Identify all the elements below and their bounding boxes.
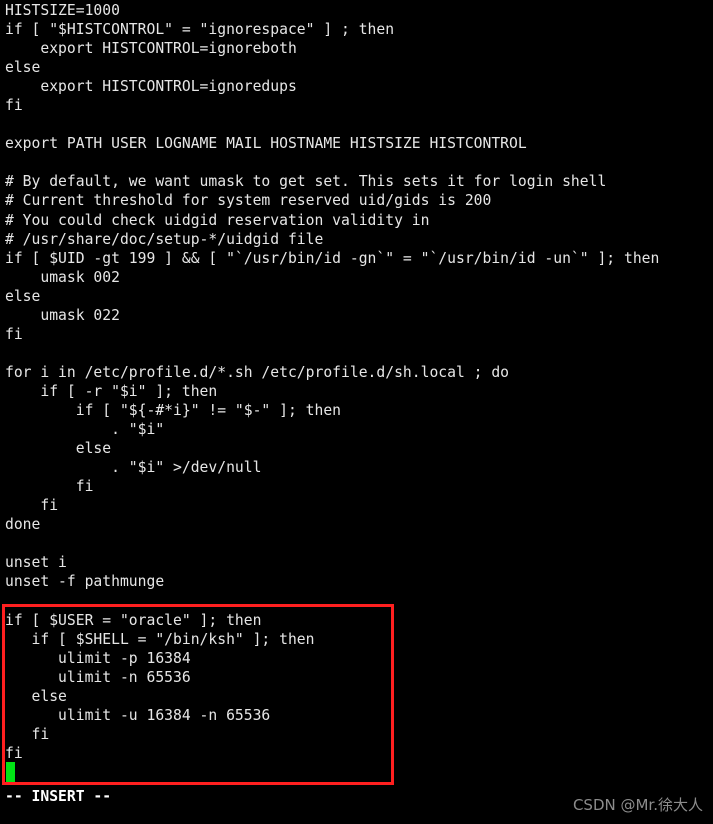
code-line: fi (5, 744, 23, 762)
code-line: if [ $USER = "oracle" ]; then (5, 611, 262, 629)
vim-status-line: -- INSERT -- (5, 788, 112, 805)
code-line: export HISTCONTROL=ignoredups (5, 78, 297, 96)
code-line: fi (5, 497, 59, 515)
editor-text-area[interactable]: HISTSIZE=1000 if [ "$HISTCONTROL" = "igno… (0, 0, 713, 782)
code-line: else (5, 287, 41, 305)
code-line: for i in /etc/profile.d/*.sh /etc/profil… (5, 363, 510, 381)
csdn-watermark: CSDN @Mr.徐大人 (572, 796, 703, 814)
code-line: . "$i" (5, 421, 165, 439)
code-line: unset i (5, 554, 67, 572)
code-line: ulimit -n 65536 (5, 668, 191, 686)
code-line: umask 022 (5, 306, 120, 324)
code-line: # Current threshold for system reserved … (5, 192, 492, 210)
code-line: fi (5, 325, 23, 343)
code-line: done (5, 516, 41, 534)
code-line: if [ $UID -gt 199 ] && [ "`/usr/bin/id -… (5, 249, 660, 267)
code-line: if [ "$HISTCONTROL" = "ignorespace" ] ; … (5, 21, 395, 39)
code-line: . "$i" >/dev/null (5, 459, 262, 477)
terminal-screen[interactable]: HISTSIZE=1000 if [ "$HISTCONTROL" = "igno… (0, 0, 713, 824)
code-line: if [ $SHELL = "/bin/ksh" ]; then (5, 630, 315, 648)
code-line: export HISTCONTROL=ignoreboth (5, 40, 297, 58)
code-line: # /usr/share/doc/setup-*/uidgid file (5, 230, 324, 248)
code-line: ulimit -p 16384 (5, 649, 191, 667)
code-line: if [ "${-#*i}" != "$-" ]; then (5, 401, 342, 419)
code-line: unset -f pathmunge (5, 573, 165, 591)
code-line: else (5, 59, 41, 77)
code-line: else (5, 687, 67, 705)
code-line: # You could check uidgid reservation val… (5, 211, 430, 229)
code-line: umask 002 (5, 268, 120, 286)
text-cursor (6, 762, 15, 782)
code-line: # By default, we want umask to get set. … (5, 173, 607, 191)
code-line: fi (5, 97, 23, 115)
code-line: else (5, 440, 112, 458)
code-line: HISTSIZE=1000 (5, 2, 120, 19)
code-line: export PATH USER LOGNAME MAIL HOSTNAME H… (5, 135, 527, 153)
code-line: ulimit -u 16384 -n 65536 (5, 706, 271, 724)
code-line: if [ -r "$i" ]; then (5, 382, 218, 400)
code-line: fi (5, 725, 50, 743)
code-line: fi (5, 478, 94, 496)
